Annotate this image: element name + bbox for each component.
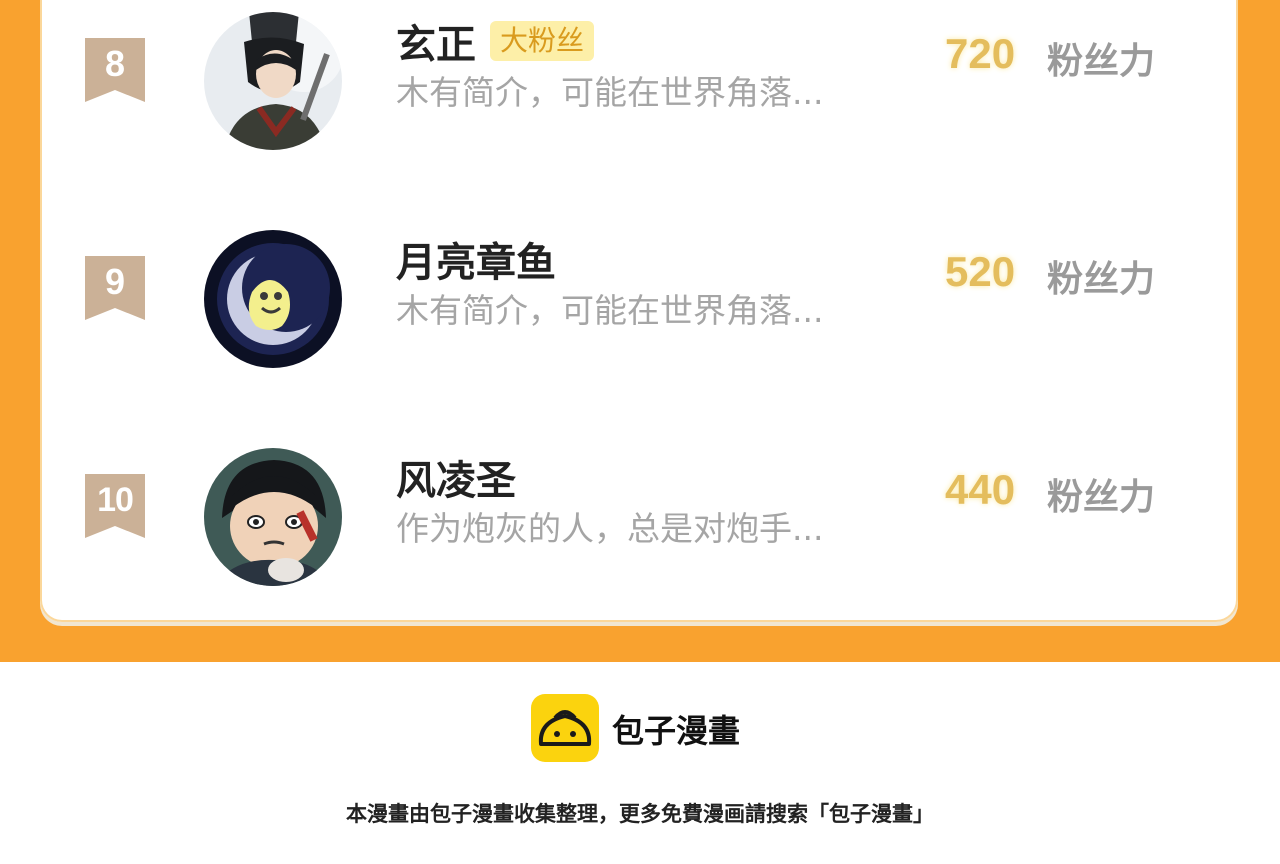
user-description: 木有简介，可能在世界角落... [396, 291, 824, 330]
rank-badge: 9 [85, 256, 145, 320]
fan-power-unit: 粉丝力 [1047, 259, 1156, 300]
footer-brand: 包子漫畫 [612, 712, 741, 750]
user-name[interactable]: 风凌圣 [396, 448, 516, 506]
rank-badge: 10 [85, 474, 145, 538]
ranking-row-8[interactable]: 8 玄正 大粉丝 木有简介，可能在世界角落... 720 粉丝力 [40, 12, 1238, 190]
rank-badge: 8 [85, 38, 145, 102]
avatar[interactable] [204, 12, 342, 150]
rank-number: 8 [104, 43, 126, 84]
baozi-bun-icon [531, 694, 599, 762]
name-line: 月亮章鱼 [396, 230, 556, 288]
rank-number: 10 [97, 481, 134, 519]
user-name[interactable]: 月亮章鱼 [396, 230, 556, 288]
fan-power-unit: 粉丝力 [1047, 41, 1156, 82]
ranking-row-10[interactable]: 10 风凌圣 作为炮灰的人，总是对炮手... 440 粉丝力 [40, 448, 1238, 626]
footer-note: 本漫畫由包子漫畫收集整理，更多免費漫画請搜索「包子漫畫」 [346, 802, 934, 826]
user-description: 木有简介，可能在世界角落... [396, 73, 824, 112]
fan-ranking-card: 8 玄正 大粉丝 木有简介，可能在世界角落... 720 粉丝力 9 月亮章鱼 … [40, 0, 1238, 622]
name-line: 风凌圣 [396, 448, 516, 506]
name-line: 玄正 大粉丝 [396, 12, 595, 70]
fan-power-score: 720 [945, 30, 1016, 77]
fan-power-unit: 粉丝力 [1047, 477, 1156, 518]
avatar[interactable] [204, 448, 342, 586]
rank-number: 9 [104, 261, 126, 302]
ranking-row-9[interactable]: 9 月亮章鱼 木有简介，可能在世界角落... 520 粉丝力 [40, 230, 1238, 408]
moon-octopus-avatar-icon [204, 230, 342, 368]
user-description: 作为炮灰的人，总是对炮手... [396, 509, 824, 548]
fan-level-badge: 大粉丝 [490, 21, 595, 61]
anime-boy-avatar-icon [204, 448, 342, 586]
avatar[interactable] [204, 230, 342, 368]
fan-power-score: 520 [945, 248, 1016, 295]
fan-power-score: 440 [945, 466, 1016, 513]
samurai-boy-avatar-icon [204, 12, 342, 150]
user-name[interactable]: 玄正 [396, 12, 476, 70]
